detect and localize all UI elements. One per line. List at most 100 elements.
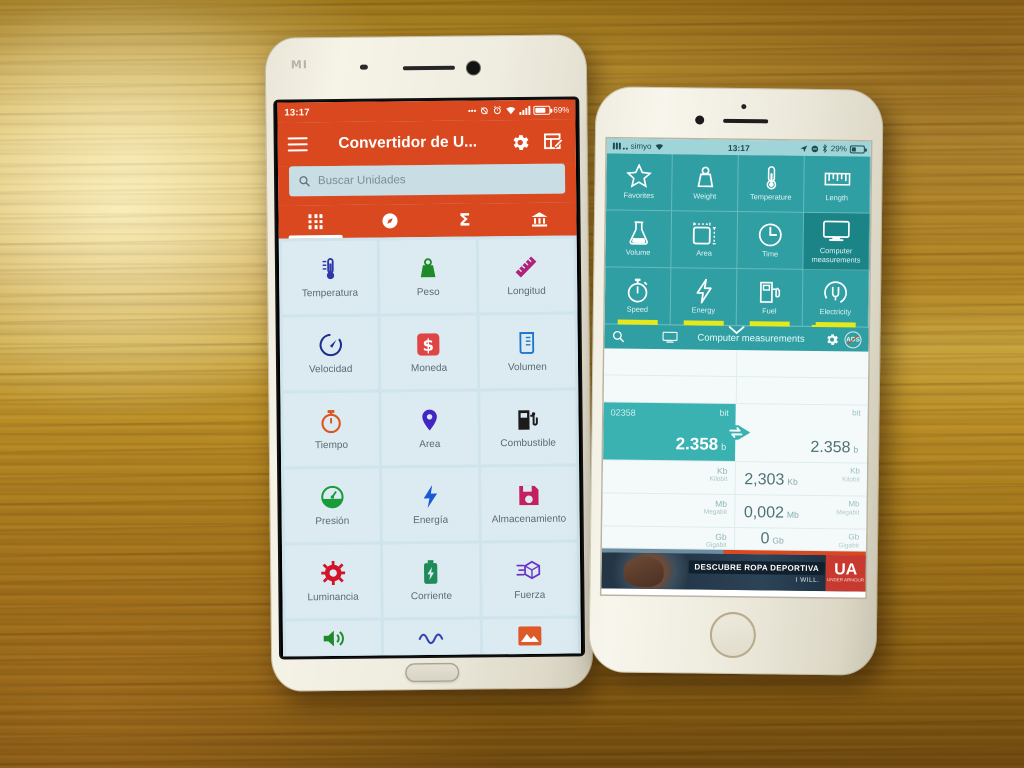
category-temperatura[interactable]: Temperatura (281, 240, 378, 315)
search-icon[interactable] (611, 329, 625, 343)
beaker-icon (517, 330, 537, 356)
category-energia[interactable]: Energía (382, 467, 479, 542)
category-sonido[interactable] (285, 620, 382, 656)
unit-long: Gigabit (838, 542, 860, 550)
category-onda[interactable] (384, 619, 480, 655)
ios-category-time[interactable]: Time (737, 212, 805, 270)
output-cell-gigabit[interactable]: Gb Gigabit 0 Gb (734, 528, 866, 551)
tab-compass[interactable] (353, 204, 428, 238)
no-ads-icon[interactable]: ADS (844, 330, 862, 349)
ios-category-label: Fuel (762, 306, 777, 316)
category-luminancia[interactable]: Luminancia (284, 544, 381, 619)
table-row-empty[interactable] (603, 375, 869, 406)
battery-percent: 69% (553, 105, 570, 115)
iphone-home-button[interactable] (709, 611, 757, 659)
hamburger-icon[interactable] (287, 137, 308, 152)
right-value: 2,303 (744, 471, 785, 489)
unit-short: Gb (848, 532, 860, 542)
proximity-sensor (741, 104, 747, 110)
ua-brand-name: UNDER ARMOUR (827, 577, 865, 583)
category-label: Presión (315, 515, 350, 528)
ruler-icon (824, 165, 850, 191)
battery-icon (849, 144, 865, 154)
do-not-disturb-icon (811, 145, 819, 152)
ios-category-fuel[interactable]: Fuel (736, 269, 804, 327)
table-row-megabit[interactable]: Mb Megabit Mb Megabit 0,002 Mb (602, 493, 867, 530)
category-label: Longitud (507, 285, 546, 298)
carrier-name: simyo (630, 141, 652, 151)
left-value: 2.358 (675, 434, 719, 454)
table-row-empty[interactable] (604, 348, 869, 379)
input-cell-bit[interactable]: 02358 bit 2.358 b (603, 402, 736, 461)
ios-category-label: Computer measurements (811, 246, 861, 265)
category-almacenamiento[interactable]: Almacenamiento (480, 466, 577, 541)
ios-category-weight[interactable]: Weight (672, 154, 739, 213)
category-label: Tiempo (314, 439, 349, 452)
chevron-down-icon[interactable] (728, 325, 746, 335)
ios-category-label: Time (761, 249, 779, 259)
input-cell-gigabit[interactable]: Gb Gigabit (601, 526, 735, 549)
android-search-area (277, 163, 577, 206)
iphone-screen[interactable]: simyo 13:17 29% Favorites Weight Tempera… (601, 138, 871, 598)
category-moneda[interactable]: $ Moneda (380, 315, 477, 390)
gear-icon[interactable] (508, 130, 532, 154)
category-imagen[interactable] (482, 618, 579, 654)
brightness-icon (320, 560, 345, 586)
ios-category-favorites[interactable]: Favorites (606, 153, 673, 212)
category-volumen[interactable]: Volumen (479, 314, 576, 389)
input-cell-kilobit[interactable]: Kb Kilobit (602, 460, 736, 494)
conversion-table: 02358 bit 2.358 b bit 2.358 b Kb Kilobit… (601, 348, 869, 552)
ios-category-label: Speed (626, 305, 649, 315)
tab-sigma[interactable]: Σ (427, 203, 502, 237)
ios-category-label: Electricity (819, 307, 852, 317)
ios-category-length[interactable]: Length (804, 155, 871, 214)
tab-bank[interactable] (502, 202, 577, 236)
right-unit: Kb (787, 476, 798, 487)
gear-icon[interactable] (824, 332, 839, 347)
category-longitud[interactable]: Longitud (478, 238, 575, 313)
category-velocidad[interactable]: Velocidad (282, 316, 379, 391)
table-row-kilobit[interactable]: Kb Kilobit Kb Kilobit 2,303 Kb (602, 460, 868, 497)
ios-category-energy[interactable]: Energy (670, 268, 738, 327)
wifi-icon (655, 143, 663, 150)
ad-photo (601, 552, 688, 590)
ios-category-temperature[interactable]: Temperature (738, 155, 805, 213)
android-screen[interactable]: 13:17 ••• 69% Convertidor de U... Buscar… (275, 98, 584, 658)
earpiece-speaker (723, 118, 769, 124)
search-input[interactable] (317, 172, 557, 188)
category-tiempo[interactable]: Tiempo (283, 392, 380, 467)
ruler-icon (514, 254, 538, 280)
ios-category-electricity[interactable]: Electricity (802, 269, 870, 331)
table-row-bit[interactable]: 02358 bit 2.358 b bit 2.358 b (603, 402, 868, 464)
android-tab-bar: Σ (278, 202, 577, 239)
output-cell-kilobit[interactable]: Kb Kilobit 2,303 Kb (735, 462, 867, 496)
ios-category-computer-measurements[interactable]: Computer measurements (803, 212, 871, 271)
category-combustible[interactable]: Combustible (479, 390, 577, 465)
category-fuerza[interactable]: Fuerza (481, 542, 578, 617)
sigma-icon: Σ (458, 210, 471, 231)
category-label: Temperatura (301, 287, 359, 300)
ads-label: ADS (846, 335, 860, 344)
ios-category-label: Favorites (623, 190, 655, 201)
category-presion[interactable]: Presión (284, 468, 381, 543)
bank-icon (531, 212, 548, 227)
output-cell-bit[interactable]: bit 2.358 b (735, 404, 868, 463)
front-camera (466, 61, 480, 75)
input-cell-megabit[interactable]: Mb Megabit (602, 493, 736, 527)
search-bar[interactable] (288, 163, 566, 197)
category-area[interactable]: Area (381, 391, 478, 466)
category-label: Energía (413, 514, 449, 527)
category-peso[interactable]: Peso (380, 239, 477, 314)
output-cell-megabit[interactable]: Mb Megabit 0,002 Mb (735, 495, 867, 529)
tab-grid[interactable] (278, 205, 353, 239)
ios-category-grid: Favorites Weight Temperature Length Volu… (604, 153, 871, 331)
android-home-button[interactable] (405, 662, 460, 683)
android-category-grid: Temperatura Peso Longitud Velocidad $ Mo… (278, 235, 582, 657)
ios-category-area[interactable]: Area (671, 211, 739, 270)
ios-category-speed[interactable]: Speed (604, 267, 672, 326)
category-corriente[interactable]: Corriente (383, 543, 480, 618)
ad-banner[interactable]: DESCUBRE ROPA DEPORTIVA I WILL. UA UNDER… (601, 552, 866, 592)
table-row-gigabit[interactable]: Gb Gigabit Gb Gigabit 0 Gb (601, 526, 867, 552)
ios-category-volume[interactable]: Volume (605, 210, 673, 269)
edit-table-icon[interactable] (542, 130, 566, 154)
